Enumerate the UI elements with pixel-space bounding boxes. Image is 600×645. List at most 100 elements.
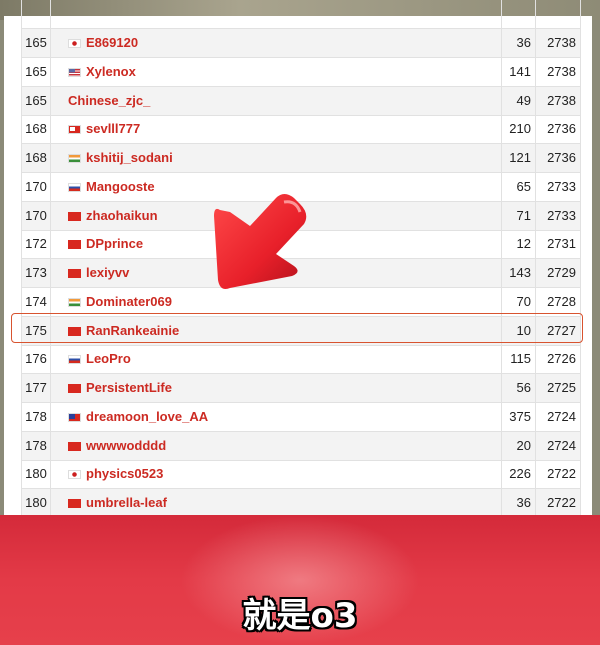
user-handle-link[interactable]: Mangooste xyxy=(86,179,155,194)
user-handle-link[interactable]: Xylenox xyxy=(86,64,136,79)
handle-cell: Chinese_zjc_ xyxy=(51,86,502,115)
video-subtitle: 就是o3 xyxy=(242,596,358,636)
flag-ru-icon xyxy=(68,182,81,192)
solved-cell: 143 xyxy=(502,259,536,287)
rating-cell: 2731 xyxy=(536,230,581,259)
rating-cell: 2738 xyxy=(536,57,581,86)
table-row: 168 kshitij_sodani 121 2736 xyxy=(21,144,581,173)
user-handle-link[interactable]: kshitij_sodani xyxy=(86,150,173,165)
rating-cell: 2728 xyxy=(536,287,581,316)
rating-cell: 2738 xyxy=(536,29,581,57)
user-handle-link[interactable]: lexiyvv xyxy=(86,265,129,280)
solved-cell: 141 xyxy=(502,57,536,86)
solved-cell: 36 xyxy=(502,29,536,57)
user-handle-link[interactable]: umbrella-leaf xyxy=(86,495,167,510)
rating-cell: 2724 xyxy=(536,431,581,460)
user-handle-link[interactable]: Chinese_zjc_ xyxy=(68,93,150,108)
table-row: 165 E869120 36 2738 xyxy=(21,29,581,58)
rating-cell: 2725 xyxy=(536,374,581,402)
table-row: 180 physics0523 226 2722 xyxy=(21,460,581,490)
rank-cell: 177 xyxy=(21,374,51,402)
user-handle-link[interactable]: PersistentLife xyxy=(86,380,172,395)
rank-cell: 168 xyxy=(21,144,51,172)
table-row: 178 wwwwodddd 20 2724 xyxy=(21,431,581,461)
flag-ru-icon xyxy=(68,355,81,365)
user-handle-link[interactable]: DPprince xyxy=(86,236,143,251)
solved-cell: 49 xyxy=(502,86,536,115)
flag-us-icon xyxy=(68,67,81,77)
flag-cn-icon xyxy=(68,441,81,451)
rank-cell: 170 xyxy=(21,201,51,230)
handle-cell: kshitij_sodani xyxy=(51,144,502,172)
table-row: 178 dreamoon_love_AA 375 2724 xyxy=(21,402,581,432)
highlight-box xyxy=(11,313,583,343)
user-handle-link[interactable]: wwwwodddd xyxy=(86,438,166,453)
rank-cell: 173 xyxy=(21,259,51,287)
solved-cell: 36 xyxy=(502,489,536,517)
user-handle-link[interactable]: E869120 xyxy=(86,35,138,50)
rank-cell: 165 xyxy=(21,29,51,57)
handle-cell: umbrella-leaf xyxy=(51,489,502,517)
rank-cell: 180 xyxy=(21,460,51,489)
handle-cell: wwwwodddd xyxy=(51,431,502,460)
solved-cell: 12 xyxy=(502,230,536,259)
rating-cell: 2736 xyxy=(536,144,581,172)
solved-cell: 56 xyxy=(502,374,536,402)
solved-cell: 121 xyxy=(502,144,536,172)
flag-in-icon xyxy=(68,297,81,307)
table-row: 168 sevlll777 210 2736 xyxy=(21,115,581,145)
flag-cn-icon xyxy=(68,384,81,393)
user-handle-link[interactable]: dreamoon_love_AA xyxy=(86,409,208,424)
solved-cell: 71 xyxy=(502,201,536,230)
flag-jp-icon xyxy=(68,470,81,480)
rank-cell: 178 xyxy=(21,431,51,460)
rank-cell: 174 xyxy=(21,287,51,316)
rank-cell: 165 xyxy=(21,86,51,115)
solved-cell: 210 xyxy=(502,115,536,144)
solved-cell: 375 xyxy=(502,402,536,431)
rating-cell: 2726 xyxy=(536,345,581,374)
rating-cell: 2722 xyxy=(536,489,581,517)
flag-cn-icon xyxy=(68,211,81,221)
user-handle-link[interactable]: LeoPro xyxy=(86,351,131,366)
rank-cell: 172 xyxy=(21,230,51,259)
solved-cell: 65 xyxy=(502,172,536,201)
user-handle-link[interactable]: Dominater069 xyxy=(86,294,172,309)
flag-in-icon xyxy=(68,154,81,163)
handle-cell: E869120 xyxy=(51,29,502,57)
rating-cell: 2722 xyxy=(536,460,581,489)
rank-cell: 165 xyxy=(21,57,51,86)
flag-jp-icon xyxy=(68,39,81,48)
user-handle-link[interactable]: zhaohaikun xyxy=(86,208,158,223)
solved-cell: 226 xyxy=(502,460,536,489)
solved-cell: 115 xyxy=(502,345,536,374)
rating-cell: 2738 xyxy=(536,86,581,115)
rating-cell: 2733 xyxy=(536,201,581,230)
flag-cn-icon xyxy=(68,269,81,278)
rank-cell: 170 xyxy=(21,172,51,201)
solved-cell: 20 xyxy=(502,431,536,460)
handle-cell: physics0523 xyxy=(51,460,502,489)
user-handle-link[interactable]: sevlll777 xyxy=(86,121,140,136)
user-handle-link[interactable]: physics0523 xyxy=(86,466,163,481)
table-row-partial xyxy=(21,0,581,29)
table-row: 176 LeoPro 115 2726 xyxy=(21,345,581,375)
table-row: 180 umbrella-leaf 36 2722 xyxy=(21,489,581,518)
flag-cn-icon xyxy=(68,499,81,508)
rank-cell: 180 xyxy=(21,489,51,517)
rank-cell: 168 xyxy=(21,115,51,144)
arrow-icon xyxy=(214,194,307,289)
table-row: 177 PersistentLife 56 2725 xyxy=(21,374,581,403)
handle-cell: dreamoon_love_AA xyxy=(51,402,502,431)
rating-cell: 2724 xyxy=(536,402,581,431)
rank-cell: 178 xyxy=(21,402,51,431)
handle-cell: sevlll777 xyxy=(51,115,502,144)
flag-to-icon xyxy=(68,125,81,135)
handle-cell: PersistentLife xyxy=(51,374,502,402)
flag-cn-icon xyxy=(68,240,81,250)
rating-cell: 2736 xyxy=(536,115,581,144)
handle-cell: LeoPro xyxy=(51,345,502,374)
rank-cell: 176 xyxy=(21,345,51,374)
handle-cell: Xylenox xyxy=(51,57,502,86)
flag-tw-icon xyxy=(68,412,81,422)
